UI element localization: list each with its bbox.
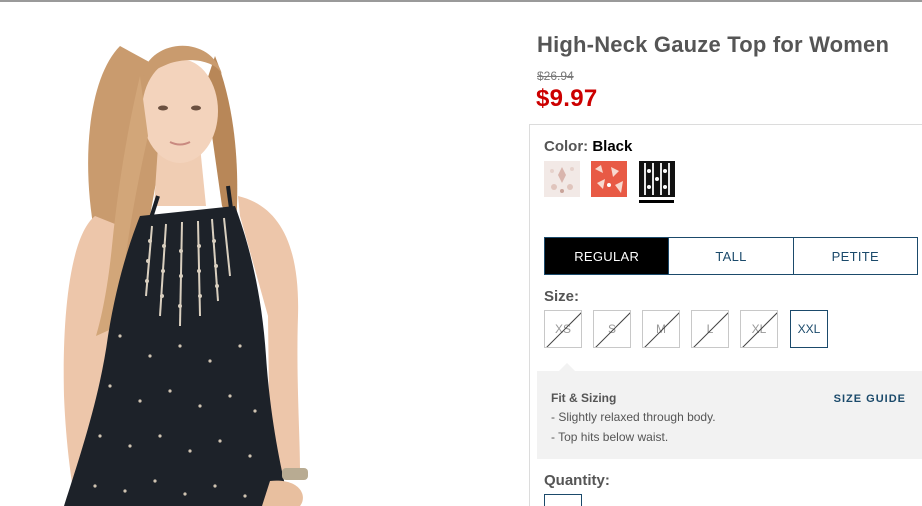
quantity-label: Quantity: xyxy=(544,472,610,489)
quantity-selector[interactable] xyxy=(544,494,582,506)
top-divider xyxy=(0,0,922,2)
tab-regular[interactable]: REGULAR xyxy=(545,238,669,274)
size-guide-link[interactable]: SIZE GUIDE xyxy=(834,393,906,405)
size-option-m[interactable]: M xyxy=(642,310,680,348)
color-swatch-black[interactable] xyxy=(639,161,675,197)
color-label: Color: xyxy=(544,138,589,155)
color-swatch-cream[interactable] xyxy=(544,161,580,197)
tab-petite[interactable]: PETITE xyxy=(792,238,917,274)
unavailable-slash-icon xyxy=(595,312,630,347)
fit-type-tabs: REGULAR TALL PETITE xyxy=(544,237,918,275)
size-option-xs[interactable]: XS xyxy=(544,310,582,348)
sale-price: $9.97 xyxy=(536,85,598,112)
tab-tall[interactable]: TALL xyxy=(668,238,792,274)
coral-pattern-icon xyxy=(591,161,627,197)
fit-note: - Slightly relaxed through body. xyxy=(551,410,716,424)
callout-notch xyxy=(559,363,575,371)
size-option-label: XXL xyxy=(797,322,821,336)
color-selection-label: Color: Black xyxy=(544,138,632,155)
floral-pattern-icon xyxy=(544,161,580,197)
unavailable-slash-icon xyxy=(693,312,728,347)
fit-sizing-panel: Fit & Sizing - Slightly relaxed through … xyxy=(537,363,922,459)
product-image[interactable] xyxy=(0,16,400,506)
size-option-xl[interactable]: XL xyxy=(740,310,778,348)
color-swatch-coral[interactable] xyxy=(591,161,627,197)
selected-swatch-indicator xyxy=(639,200,674,203)
product-photo-icon xyxy=(0,16,400,506)
selected-color: Black xyxy=(592,138,633,155)
size-option-xxl[interactable]: XXL xyxy=(790,310,828,348)
size-label: Size: xyxy=(544,288,580,305)
fit-note: - Top hits below waist. xyxy=(551,430,669,444)
black-pattern-icon xyxy=(639,161,675,197)
unavailable-slash-icon xyxy=(644,312,679,347)
original-price: $26.94 xyxy=(537,69,574,83)
size-option-s[interactable]: S xyxy=(593,310,631,348)
unavailable-slash-icon xyxy=(742,312,777,347)
size-option-l[interactable]: L xyxy=(691,310,729,348)
product-title: High-Neck Gauze Top for Women xyxy=(537,32,890,57)
fit-sizing-title: Fit & Sizing xyxy=(551,391,617,405)
unavailable-slash-icon xyxy=(546,312,581,347)
